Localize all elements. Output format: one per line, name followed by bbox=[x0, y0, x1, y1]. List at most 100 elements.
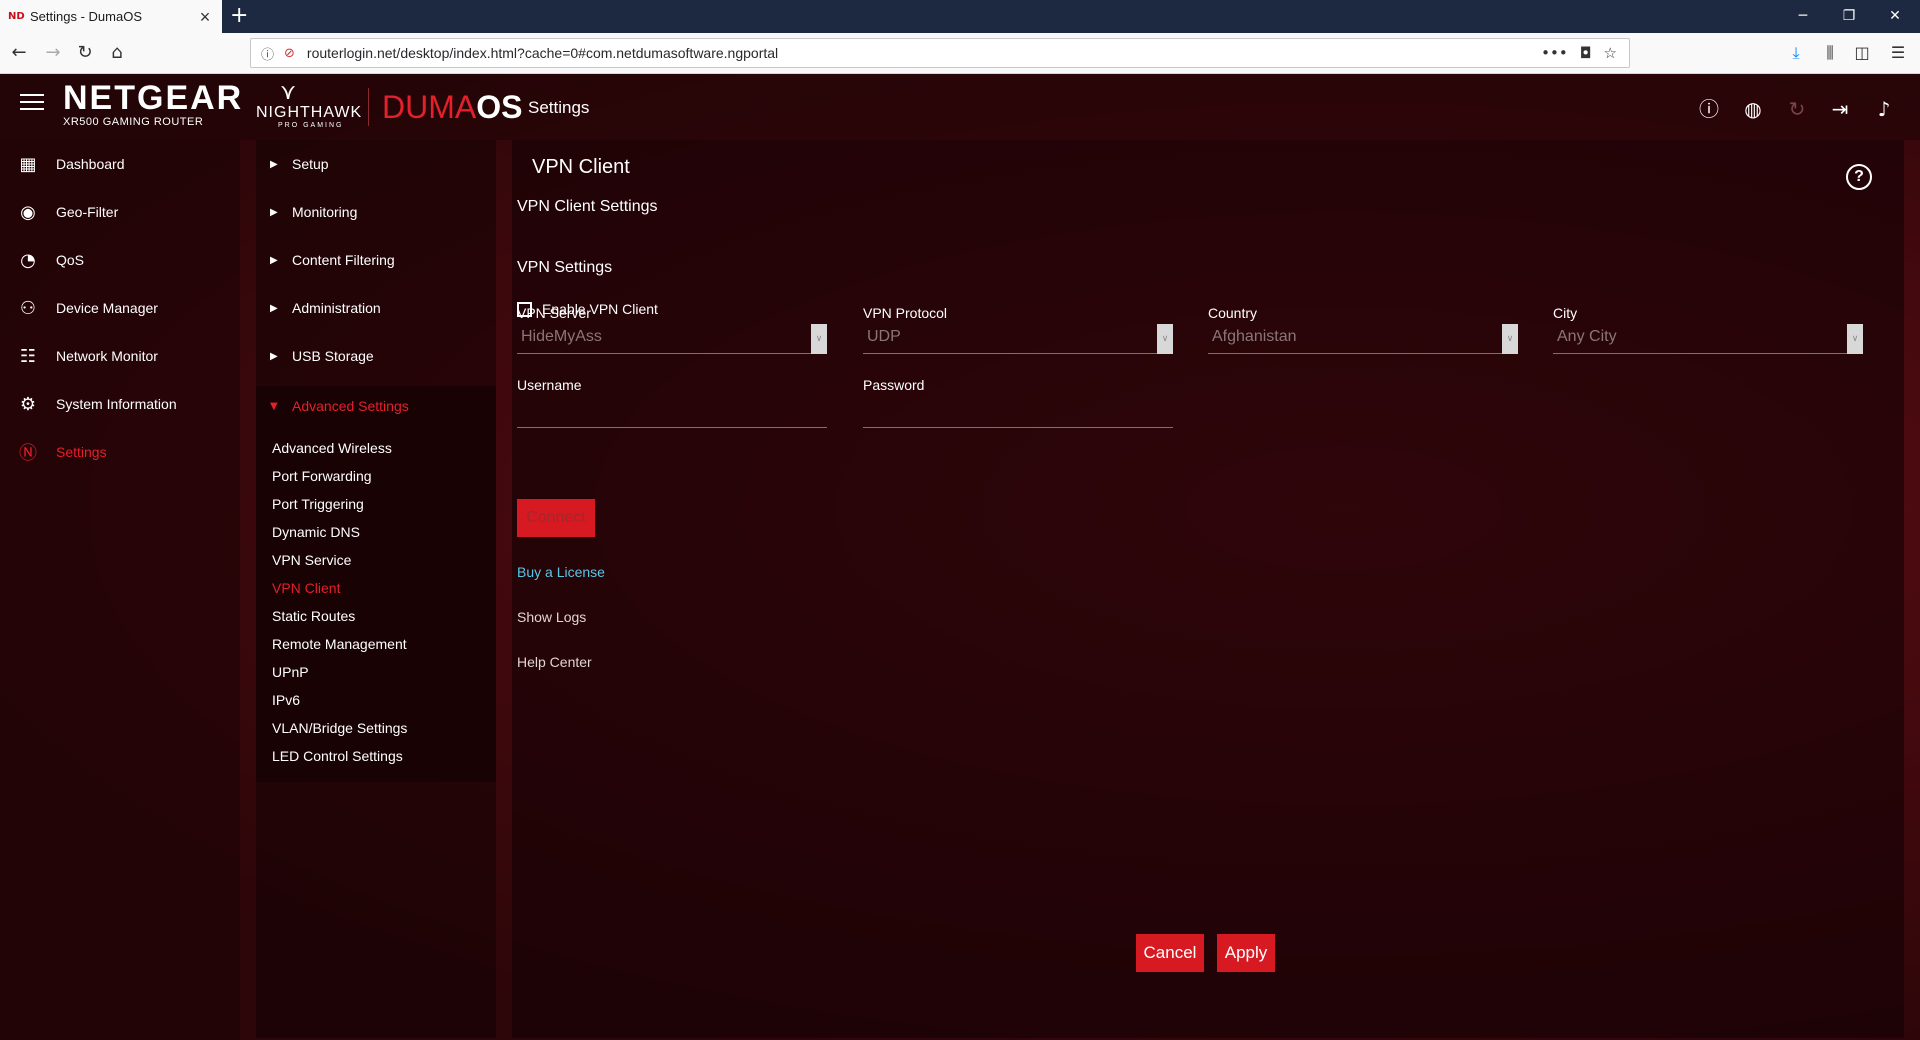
chevron-down-icon[interactable]: ∨ bbox=[1157, 324, 1173, 354]
page-actions-icon[interactable]: ••• bbox=[1541, 44, 1568, 62]
left-nav: ▦ Dashboard ◉ Geo-Filter ◔ QoS ⚇ Device … bbox=[0, 140, 240, 1040]
nav-item-qos[interactable]: ◔ QoS bbox=[0, 240, 240, 280]
url-bar[interactable]: ⓘ ⊘ routerlogin.net/desktop/index.html?c… bbox=[250, 38, 1630, 68]
window-close-icon[interactable]: ✕ bbox=[1872, 0, 1918, 33]
link-remote-management[interactable]: Remote Management bbox=[272, 636, 407, 652]
minimize-icon[interactable]: ─ bbox=[1780, 0, 1826, 33]
help-center-link[interactable]: Help Center bbox=[517, 654, 592, 670]
password-label: Password bbox=[863, 377, 925, 393]
dumaos-app: NETGEAR XR500 GAMING ROUTER ⋎ NIGHTHAWK … bbox=[0, 74, 1920, 1040]
hamburger-menu-icon[interactable] bbox=[20, 94, 44, 112]
url-text[interactable]: routerlogin.net/desktop/index.html?cache… bbox=[307, 45, 1541, 61]
info-icon[interactable]: ⓘ bbox=[261, 44, 274, 63]
globe-icon[interactable]: ◍ bbox=[1740, 96, 1766, 122]
browser-nav-bar: ← → ↻ ⌂ ⓘ ⊘ routerlogin.net/desktop/inde… bbox=[0, 33, 1920, 74]
settings-icon: Ⓝ bbox=[19, 443, 37, 464]
city-value: Any City bbox=[1557, 328, 1617, 345]
pocket-icon[interactable]: ◘ bbox=[1580, 44, 1592, 62]
country-value: Afghanistan bbox=[1212, 328, 1297, 345]
link-port-forwarding[interactable]: Port Forwarding bbox=[272, 468, 372, 484]
brand-name: NETGEAR bbox=[63, 79, 244, 117]
vpn-server-select[interactable]: HideMyAss ∨ bbox=[517, 322, 827, 354]
subnav-label: Content Filtering bbox=[292, 252, 395, 268]
subnav-setup[interactable]: ▶ Setup bbox=[256, 144, 496, 184]
vpn-client-settings-heading: VPN Client Settings bbox=[517, 198, 658, 215]
netduma-favicon-icon: ND bbox=[8, 11, 25, 22]
link-vpn-service[interactable]: VPN Service bbox=[272, 552, 351, 568]
username-label: Username bbox=[517, 377, 582, 393]
subnav-label: Monitoring bbox=[292, 204, 358, 220]
apply-button[interactable]: Apply bbox=[1217, 934, 1275, 972]
city-select[interactable]: Any City ∨ bbox=[1553, 322, 1863, 354]
link-static-routes[interactable]: Static Routes bbox=[272, 608, 355, 624]
country-select[interactable]: Afghanistan ∨ bbox=[1208, 322, 1518, 354]
home-icon[interactable]: ⌂ bbox=[102, 38, 132, 68]
help-question-icon[interactable]: ? bbox=[1846, 164, 1872, 190]
vpn-server-label: VPN Server bbox=[517, 305, 591, 321]
subnav-administration[interactable]: ▶ Administration bbox=[256, 288, 496, 328]
subnav-content-filtering[interactable]: ▶ Content Filtering bbox=[256, 240, 496, 280]
link-advanced-wireless[interactable]: Advanced Wireless bbox=[272, 440, 392, 456]
link-vlan-bridge-settings[interactable]: VLAN/Bridge Settings bbox=[272, 720, 407, 736]
nav-item-settings[interactable]: Ⓝ Settings bbox=[0, 432, 240, 472]
hawk-icon: ⋎ bbox=[280, 80, 297, 105]
notification-bell-icon[interactable]: ♪ bbox=[1871, 96, 1897, 122]
reload-icon[interactable]: ↻ bbox=[70, 38, 100, 68]
cancel-button[interactable]: Cancel bbox=[1136, 934, 1204, 972]
nav-item-dashboard[interactable]: ▦ Dashboard bbox=[0, 144, 240, 184]
chevron-down-icon[interactable]: ∨ bbox=[1502, 324, 1518, 354]
browser-tab[interactable]: ND Settings - DumaOS × bbox=[0, 0, 222, 33]
link-ipv6[interactable]: IPv6 bbox=[272, 692, 300, 708]
downloads-icon[interactable]: ⤓ bbox=[1784, 43, 1808, 63]
vpn-protocol-value: UDP bbox=[867, 328, 901, 345]
geo-filter-icon: ◉ bbox=[20, 201, 36, 223]
subnav-label: Administration bbox=[292, 300, 381, 316]
password-input[interactable] bbox=[863, 398, 1173, 428]
subnav-advanced-settings[interactable]: ▼ Advanced Settings bbox=[256, 386, 496, 426]
nav-item-system-information[interactable]: ⚙ System Information bbox=[0, 384, 240, 424]
nav-item-geo-filter[interactable]: ◉ Geo-Filter bbox=[0, 192, 240, 232]
dashboard-icon: ▦ bbox=[19, 153, 37, 175]
link-port-triggering[interactable]: Port Triggering bbox=[272, 496, 364, 512]
link-dynamic-dns[interactable]: Dynamic DNS bbox=[272, 524, 360, 540]
duma-text: DUMA bbox=[382, 89, 477, 125]
network-monitor-icon: ☷ bbox=[19, 345, 37, 367]
back-icon[interactable]: ← bbox=[4, 38, 34, 68]
country-label: Country bbox=[1208, 305, 1258, 321]
chevron-down-icon[interactable]: ∨ bbox=[811, 324, 827, 354]
nav-item-device-manager[interactable]: ⚇ Device Manager bbox=[0, 288, 240, 328]
nav-item-network-monitor[interactable]: ☷ Network Monitor bbox=[0, 336, 240, 376]
browser-tab-bar: ND Settings - DumaOS × + ─ ❐ ✕ bbox=[0, 0, 1920, 33]
expand-triangle-icon: ▶ bbox=[270, 302, 278, 314]
nav-label: Settings bbox=[56, 444, 107, 460]
restore-icon[interactable]: ❐ bbox=[1826, 0, 1872, 33]
nav-label: System Information bbox=[56, 396, 177, 412]
link-upnp[interactable]: UPnP bbox=[272, 664, 309, 680]
subnav-monitoring[interactable]: ▶ Monitoring bbox=[256, 192, 496, 232]
sidebar-icon[interactable]: ◫ bbox=[1850, 43, 1874, 62]
subnav-usb-storage[interactable]: ▶ USB Storage bbox=[256, 336, 496, 376]
username-input[interactable] bbox=[517, 398, 827, 428]
vpn-client-panel: VPN Client ? VPN Client Settings Enable … bbox=[512, 140, 1904, 1038]
device-manager-icon: ⚇ bbox=[19, 297, 37, 319]
forward-icon[interactable]: → bbox=[38, 38, 68, 68]
page-title: VPN Client bbox=[532, 156, 630, 178]
library-icon[interactable]: ⫼ bbox=[1818, 43, 1842, 63]
logout-icon[interactable]: ⇥ bbox=[1827, 96, 1853, 122]
connect-button[interactable]: Connect bbox=[517, 499, 595, 537]
refresh-icon[interactable]: ↻ bbox=[1784, 96, 1810, 122]
settings-sub-nav: ▶ Setup ▶ Monitoring ▶ Content Filtering… bbox=[256, 140, 496, 1038]
nighthawk-text: NIGHTHAWK bbox=[256, 104, 363, 121]
menu-icon[interactable]: ☰ bbox=[1886, 43, 1910, 62]
vpn-protocol-select[interactable]: UDP ∨ bbox=[863, 322, 1173, 354]
chevron-down-icon[interactable]: ∨ bbox=[1847, 324, 1863, 354]
new-tab-icon[interactable]: + bbox=[230, 0, 248, 33]
link-vpn-client[interactable]: VPN Client bbox=[272, 580, 340, 596]
info-circle-icon[interactable]: ⓘ bbox=[1696, 96, 1722, 122]
link-led-control-settings[interactable]: LED Control Settings bbox=[272, 748, 403, 764]
close-tab-icon[interactable]: × bbox=[196, 8, 214, 26]
nighthawk-logo: ⋎ NIGHTHAWK PRO GAMING bbox=[256, 80, 363, 130]
bookmark-star-icon[interactable]: ☆ bbox=[1604, 44, 1617, 62]
buy-license-link[interactable]: Buy a License bbox=[517, 564, 605, 580]
show-logs-link[interactable]: Show Logs bbox=[517, 609, 586, 625]
